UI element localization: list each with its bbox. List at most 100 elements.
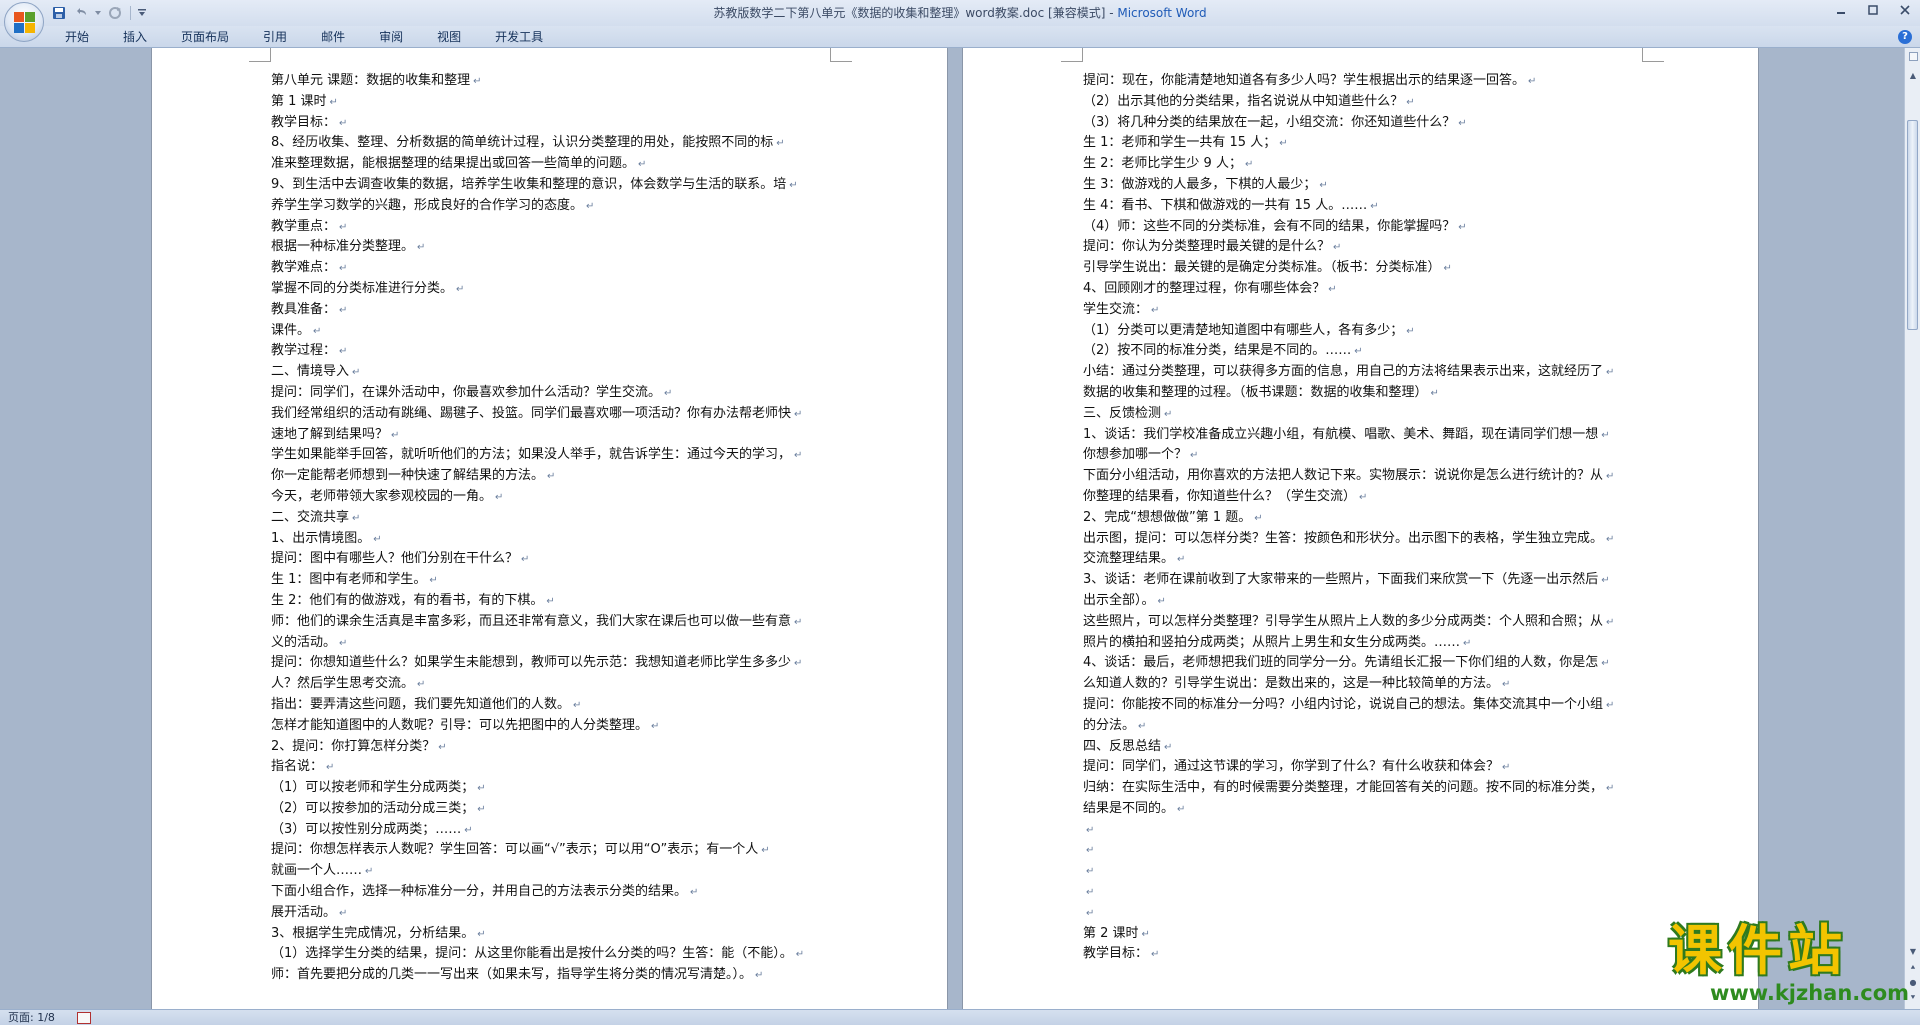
text-line[interactable]: （1）选择学生分类的结果，提问：从这里你能看出是按什么分类的吗？生答：能（不能）… bbox=[271, 944, 829, 965]
text-line[interactable]: ↵ bbox=[1083, 882, 1641, 903]
text-line[interactable]: 三、反馈检测 ↵ bbox=[1083, 404, 1641, 425]
tab-review[interactable]: 审阅 bbox=[362, 26, 420, 48]
page-text-right[interactable]: 提问：现在，你能清楚地知道各有多少人吗？学生根据出示的结果逐一回答。 ↵ （2）出示… bbox=[1083, 71, 1641, 965]
text-line[interactable]: 提问：图中有哪些人？他们分别在干什么？ ↵ bbox=[271, 549, 829, 570]
text-line[interactable]: 提问：同学们，在课外活动中，你最喜欢参加什么活动？学生交流。 ↵ bbox=[271, 383, 829, 404]
text-line[interactable]: 教学过程： ↵ bbox=[271, 341, 829, 362]
text-line[interactable]: 生 2：他们有的做游戏，有的看书，有的下棋。 ↵ bbox=[271, 591, 829, 612]
text-line[interactable]: 根据一种标准分类整理。 ↵ bbox=[271, 237, 829, 258]
text-line[interactable]: 下面小组合作，选择一种标准分一分，并用自己的方法表示分类的结果。 ↵ bbox=[271, 882, 829, 903]
page-text-left[interactable]: 第八单元 课题：数据的收集和整理 ↵ 第 1 课时 ↵ 教学目标： ↵ 8、经历收集、整理、… bbox=[271, 71, 829, 986]
text-line[interactable]: 师：他们的课余生活真是丰富多彩，而且还非常有意义，我们大家在课后也可以做一些有意… bbox=[271, 612, 829, 633]
text-line[interactable]: （1）分类可以更清楚地知道图中有哪些人，各有多少； ↵ bbox=[1083, 321, 1641, 342]
document-page-left[interactable]: 第八单元 课题：数据的收集和整理 ↵ 第 1 课时 ↵ 教学目标： ↵ 8、经历收集、整理、… bbox=[152, 48, 947, 1009]
text-line[interactable]: （2）出示其他的分类结果，指名说说从中知道些什么？ ↵ bbox=[1083, 92, 1641, 113]
tab-view[interactable]: 视图 bbox=[420, 26, 478, 48]
text-line[interactable]: 的分法。 ↵ bbox=[1083, 716, 1641, 737]
text-line[interactable]: 四、反思总结 ↵ bbox=[1083, 737, 1641, 758]
text-line[interactable]: 生 2：老师比学生少 9 人； ↵ bbox=[1083, 154, 1641, 175]
tab-page-layout[interactable]: 页面布局 bbox=[164, 26, 246, 48]
text-line[interactable]: 结果是不同的。 ↵ bbox=[1083, 799, 1641, 820]
text-line[interactable]: 养学生学习数学的兴趣，形成良好的合作学习的态度。 ↵ bbox=[271, 196, 829, 217]
text-line[interactable]: （3）将几种分类的结果放在一起，小组交流：你还知道些什么？ ↵ bbox=[1083, 113, 1641, 134]
text-line[interactable]: 这些照片，可以怎样分类整理？引导学生从照片上人数的多少分成两类：个人照和合照；从… bbox=[1083, 612, 1641, 633]
text-line[interactable]: 二、情境导入 ↵ bbox=[271, 362, 829, 383]
scroll-up-icon[interactable]: ▲ bbox=[1907, 70, 1919, 82]
text-line[interactable]: 数据的收集和整理的过程。（板书课题：数据的收集和整理） ↵ bbox=[1083, 383, 1641, 404]
text-line[interactable]: 8、经历收集、整理、分析数据的简单统计过程，认识分类整理的用处，能按照不同的标 ↵ bbox=[271, 133, 829, 154]
text-line[interactable]: ↵ bbox=[1083, 820, 1641, 841]
text-line[interactable]: ↵ bbox=[1083, 903, 1641, 924]
text-line[interactable]: 出示图，提问：可以怎样分类？生答：按颜色和形状分。出示图下的表格，学生独立完成。… bbox=[1083, 529, 1641, 550]
text-line[interactable]: 教学目标： ↵ bbox=[271, 113, 829, 134]
tab-mailings[interactable]: 邮件 bbox=[304, 26, 362, 48]
text-line[interactable]: 第 2 课时 ↵ bbox=[1083, 924, 1641, 945]
text-line[interactable]: ↵ bbox=[1083, 840, 1641, 861]
text-line[interactable]: 提问：你能按不同的标准分一分吗？小组内讨论，说说自己的想法。集体交流其中一个小组… bbox=[1083, 695, 1641, 716]
text-line[interactable]: 第 1 课时 ↵ bbox=[271, 92, 829, 113]
text-line[interactable]: 人？然后学生思考交流。 ↵ bbox=[271, 674, 829, 695]
text-line[interactable]: 指名说： ↵ bbox=[271, 757, 829, 778]
text-line[interactable]: 提问：现在，你能清楚地知道各有多少人吗？学生根据出示的结果逐一回答。 ↵ bbox=[1083, 71, 1641, 92]
text-line[interactable]: ↵ bbox=[1083, 861, 1641, 882]
text-line[interactable]: 4、回顾刚才的整理过程，你有哪些体会？ ↵ bbox=[1083, 279, 1641, 300]
text-line[interactable]: 9、到生活中去调查收集的数据，培养学生收集和整理的意识，体会数学与生活的联系。培… bbox=[271, 175, 829, 196]
text-line[interactable]: 生 4：看书、下棋和做游戏的一共有 15 人。…… ↵ bbox=[1083, 196, 1641, 217]
text-line[interactable]: 你想参加哪一个？ ↵ bbox=[1083, 445, 1641, 466]
text-line[interactable]: 引导学生说出：最关键的是确定分类标准。（板书：分类标准） ↵ bbox=[1083, 258, 1641, 279]
tab-references[interactable]: 引用 bbox=[246, 26, 304, 48]
text-line[interactable]: 义的活动。 ↵ bbox=[271, 633, 829, 654]
text-line[interactable]: 我们经常组织的活动有跳绳、踢毽子、投篮。同学们最喜欢哪一项活动？你有办法帮老师快… bbox=[271, 404, 829, 425]
text-line[interactable]: 照片的横拍和竖拍分成两类；从照片上男生和女生分成两类。…… ↵ bbox=[1083, 633, 1641, 654]
text-line[interactable]: 你整理的结果看，你知道些什么？（学生交流） ↵ bbox=[1083, 487, 1641, 508]
text-line[interactable]: 教具准备： ↵ bbox=[271, 300, 829, 321]
close-icon[interactable] bbox=[1898, 3, 1912, 17]
text-line[interactable]: 2、提问：你打算怎样分类？ ↵ bbox=[271, 737, 829, 758]
text-line[interactable]: 2、完成“想想做做”第 1 题。 ↵ bbox=[1083, 508, 1641, 529]
text-line[interactable]: 提问：你想知道些什么？如果学生未能想到，教师可以先示范：我想知道老师比学生多多少… bbox=[271, 653, 829, 674]
tab-developer[interactable]: 开发工具 bbox=[478, 26, 560, 48]
text-line[interactable]: 提问：你认为分类整理时最关键的是什么？ ↵ bbox=[1083, 237, 1641, 258]
text-line[interactable]: 今天，老师带领大家参观校园的一角。 ↵ bbox=[271, 487, 829, 508]
text-line[interactable]: 生 1：老师和学生一共有 15 人； ↵ bbox=[1083, 133, 1641, 154]
text-line[interactable]: 掌握不同的分类标准进行分类。 ↵ bbox=[271, 279, 829, 300]
text-line[interactable]: 怎样才能知道图中的人数呢？引导：可以先把图中的人分类整理。 ↵ bbox=[271, 716, 829, 737]
text-line[interactable]: 生 3：做游戏的人最多，下棋的人最少； ↵ bbox=[1083, 175, 1641, 196]
tab-insert[interactable]: 插入 bbox=[106, 26, 164, 48]
tab-home[interactable]: 开始 bbox=[48, 26, 106, 48]
text-line[interactable]: 准来整理数据，能根据整理的结果提出或回答一些简单的问题。 ↵ bbox=[271, 154, 829, 175]
text-line[interactable]: 交流整理结果。 ↵ bbox=[1083, 549, 1641, 570]
text-line[interactable]: （4）师：这些不同的分类标准，会有不同的结果，你能掌握吗？ ↵ bbox=[1083, 217, 1641, 238]
text-line[interactable]: 下面分小组活动，用你喜欢的方法把人数记下来。实物展示：说说你是怎么进行统计的？从… bbox=[1083, 466, 1641, 487]
text-line[interactable]: 二、交流共享 ↵ bbox=[271, 508, 829, 529]
text-line[interactable]: 就画一个人…… ↵ bbox=[271, 861, 829, 882]
text-line[interactable]: 4、谈话：最后，老师想把我们班的同学分一分。先请组长汇报一下你们组的人数，你是怎… bbox=[1083, 653, 1641, 674]
text-line[interactable]: 教学难点： ↵ bbox=[271, 258, 829, 279]
vertical-scrollbar[interactable]: ▲ ▼ ⯅ ● ⯆ bbox=[1904, 48, 1920, 1009]
text-line[interactable]: 3、谈话：老师在课前收到了大家带来的一些照片，下面我们来欣赏一下（先逐一出示然后… bbox=[1083, 570, 1641, 591]
text-line[interactable]: 你一定能帮老师想到一种快速了解结果的方法。 ↵ bbox=[271, 466, 829, 487]
text-line[interactable]: 第八单元 课题：数据的收集和整理 ↵ bbox=[271, 71, 829, 92]
text-line[interactable]: 学生交流： ↵ bbox=[1083, 300, 1641, 321]
scrollbar-thumb[interactable] bbox=[1907, 120, 1918, 330]
text-line[interactable]: （3）可以按性别分成两类；…… ↵ bbox=[271, 820, 829, 841]
text-line[interactable]: （2）可以按参加的活动分成三类； ↵ bbox=[271, 799, 829, 820]
text-line[interactable]: 课件。 ↵ bbox=[271, 321, 829, 342]
text-line[interactable]: 出示全部）。 ↵ bbox=[1083, 591, 1641, 612]
text-line[interactable]: 教学重点： ↵ bbox=[271, 217, 829, 238]
text-line[interactable]: 归纳：在实际生活中，有的时候需要分类整理，才能回答有关的问题。按不同的标准分类，… bbox=[1083, 778, 1641, 799]
text-line[interactable]: 学生如果能举手回答，就听听他们的方法；如果没人举手，就告诉学生：通过今天的学习，… bbox=[271, 445, 829, 466]
text-line[interactable]: 指出：要弄清这些问题，我们要先知道他们的人数。 ↵ bbox=[271, 695, 829, 716]
proofing-status-icon[interactable] bbox=[77, 1012, 91, 1024]
text-line[interactable]: 1、出示情境图。 ↵ bbox=[271, 529, 829, 550]
text-line[interactable]: 教学目标： ↵ bbox=[1083, 944, 1641, 965]
help-icon[interactable]: ? bbox=[1898, 30, 1912, 44]
text-line[interactable]: 3、根据学生完成情况，分析结果。 ↵ bbox=[271, 924, 829, 945]
previous-page-icon[interactable]: ⯅ bbox=[1907, 962, 1919, 974]
document-page-right[interactable]: 提问：现在，你能清楚地知道各有多少人吗？学生根据出示的结果逐一回答。 ↵ （2）出示… bbox=[963, 48, 1758, 1009]
text-line[interactable]: （2）按不同的标准分类，结果是不同的。…… ↵ bbox=[1083, 341, 1641, 362]
page-number-indicator[interactable]: 页面: 1/8 bbox=[8, 1010, 55, 1025]
text-line[interactable]: 么知道人数的？引导学生说出：是数出来的，这是一种比较简单的方法。 ↵ bbox=[1083, 674, 1641, 695]
text-line[interactable]: 1、谈话：我们学校准备成立兴趣小组，有航模、唱歌、美术、舞蹈，现在请同学们想一想… bbox=[1083, 425, 1641, 446]
text-line[interactable]: 展开活动。 ↵ bbox=[271, 903, 829, 924]
